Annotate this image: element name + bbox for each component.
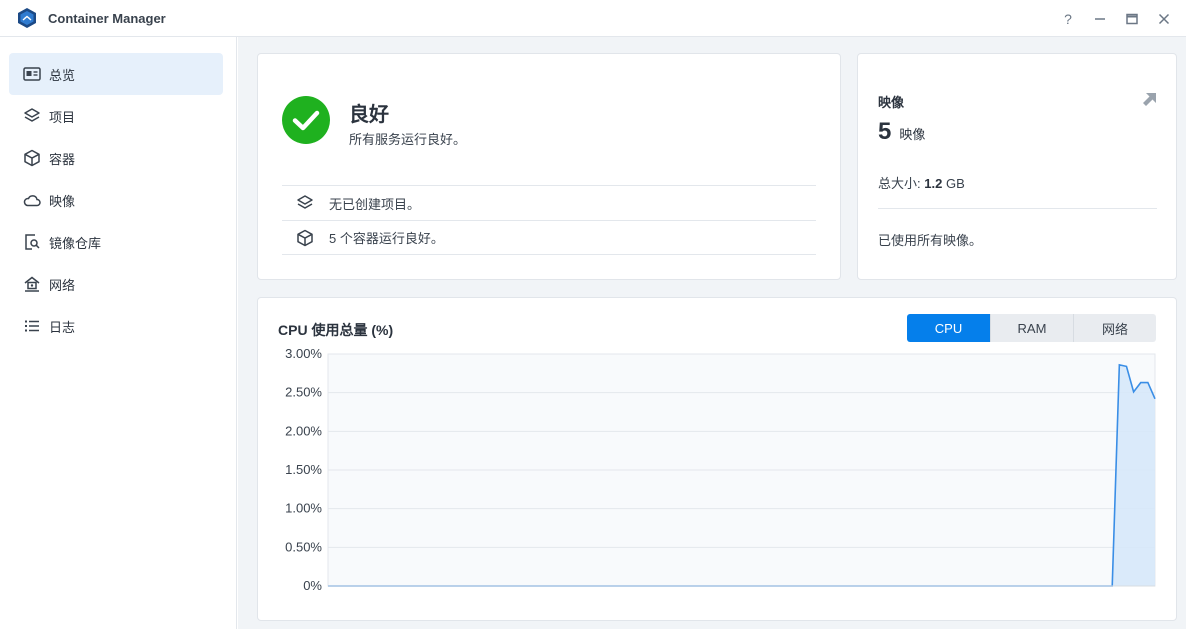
chart-title: CPU 使用总量 (%) — [278, 322, 394, 338]
health-status-subtitle: 所有服务运行良好。 — [349, 132, 467, 147]
images-count: 5 映像 — [878, 118, 925, 146]
container-manager-logo — [18, 8, 36, 28]
cube-icon — [296, 229, 314, 247]
size-label: 总大小: — [878, 176, 921, 191]
sidebar-item-images[interactable]: 映像 — [9, 179, 223, 221]
window-controls: ? — [1052, 0, 1180, 37]
sidebar-item-label: 容器 — [49, 151, 76, 167]
sidebar-item-label: 网络 — [49, 277, 76, 293]
divider — [878, 208, 1157, 209]
sidebar: 总览 项目 容器 映像 镜像仓库 网络 日志 — [0, 37, 237, 629]
images-note: 已使用所有映像。 — [878, 233, 983, 248]
status-row-text: 无已创建项目。 — [329, 196, 421, 212]
size-unit: GB — [945, 176, 965, 191]
sidebar-item-label: 日志 — [49, 319, 76, 335]
status-row-text: 5 个容器运行良好。 — [329, 231, 444, 246]
list-item: 5 个容器运行良好。 — [282, 220, 816, 255]
images-total-size: 总大小: 1.2 GB — [878, 173, 965, 192]
title-bar: Container Manager ? — [0, 0, 1186, 37]
sidebar-item-containers[interactable]: 容器 — [9, 137, 223, 179]
sidebar-item-registry[interactable]: 镜像仓库 — [9, 221, 223, 263]
size-value: 1.2 — [924, 176, 943, 191]
status-list: 无已创建项目。 5 个容器运行良好。 — [282, 185, 816, 255]
minimize-icon[interactable] — [1084, 3, 1116, 35]
sidebar-item-projects[interactable]: 项目 — [9, 95, 223, 137]
sidebar-item-network[interactable]: 网络 — [9, 263, 223, 305]
registry-search-icon — [23, 233, 41, 251]
y-tick-label: 2.50% — [285, 385, 322, 400]
y-tick-label: 0.50% — [285, 539, 322, 554]
images-card: 映像 5 映像 总大小: 1.2 GB 已使用所有映像。 — [857, 53, 1177, 280]
y-tick-label: 3.00% — [285, 346, 322, 361]
images-count-number: 5 — [878, 118, 892, 145]
health-status-title: 良好 — [349, 104, 389, 126]
cube-icon — [23, 149, 41, 167]
cpu-chart-card: CPU 使用总量 (%) CPU RAM 网络 3.00% 2.50% 2.00% 1… — [257, 297, 1177, 621]
app-title: Container Manager — [48, 10, 166, 26]
sidebar-item-label: 镜像仓库 — [49, 235, 102, 251]
layers-icon — [296, 194, 314, 212]
y-tick-label: 0% — [303, 578, 322, 593]
sidebar-item-label: 映像 — [49, 193, 76, 209]
check-circle-icon — [282, 96, 330, 144]
sidebar-item-log[interactable]: 日志 — [9, 305, 223, 347]
sidebar-item-label: 项目 — [49, 109, 76, 125]
cpu-usage-chart: 3.00% 2.50% 2.00% 1.50% 1.00% 0.50% 0% — [285, 346, 1156, 593]
y-tick-label: 1.00% — [285, 501, 322, 516]
cloud-icon — [23, 191, 41, 209]
images-card-title: 映像 — [878, 95, 905, 110]
sidebar-item-label: 总览 — [49, 67, 76, 83]
close-icon[interactable] — [1148, 3, 1180, 35]
log-list-icon — [23, 317, 41, 335]
sidebar-item-overview[interactable]: 总览 — [9, 53, 223, 95]
network-home-icon — [23, 275, 41, 293]
layers-icon — [23, 107, 41, 125]
images-count-label: 映像 — [899, 127, 926, 142]
health-status-card: 良好 所有服务运行良好。 无已创建项目。 5 个容器运行良好。 — [257, 53, 841, 280]
list-item: 无已创建项目。 — [282, 185, 816, 220]
overview-icon — [23, 65, 41, 83]
main-content: 良好 所有服务运行良好。 无已创建项目。 5 个容器运行良好。 映像 5 映像 … — [238, 37, 1186, 629]
open-arrow-icon[interactable] — [1142, 91, 1158, 107]
help-icon[interactable]: ? — [1052, 3, 1084, 35]
y-tick-label: 1.50% — [285, 462, 322, 477]
y-tick-label: 2.00% — [285, 423, 322, 438]
maximize-icon[interactable] — [1116, 3, 1148, 35]
